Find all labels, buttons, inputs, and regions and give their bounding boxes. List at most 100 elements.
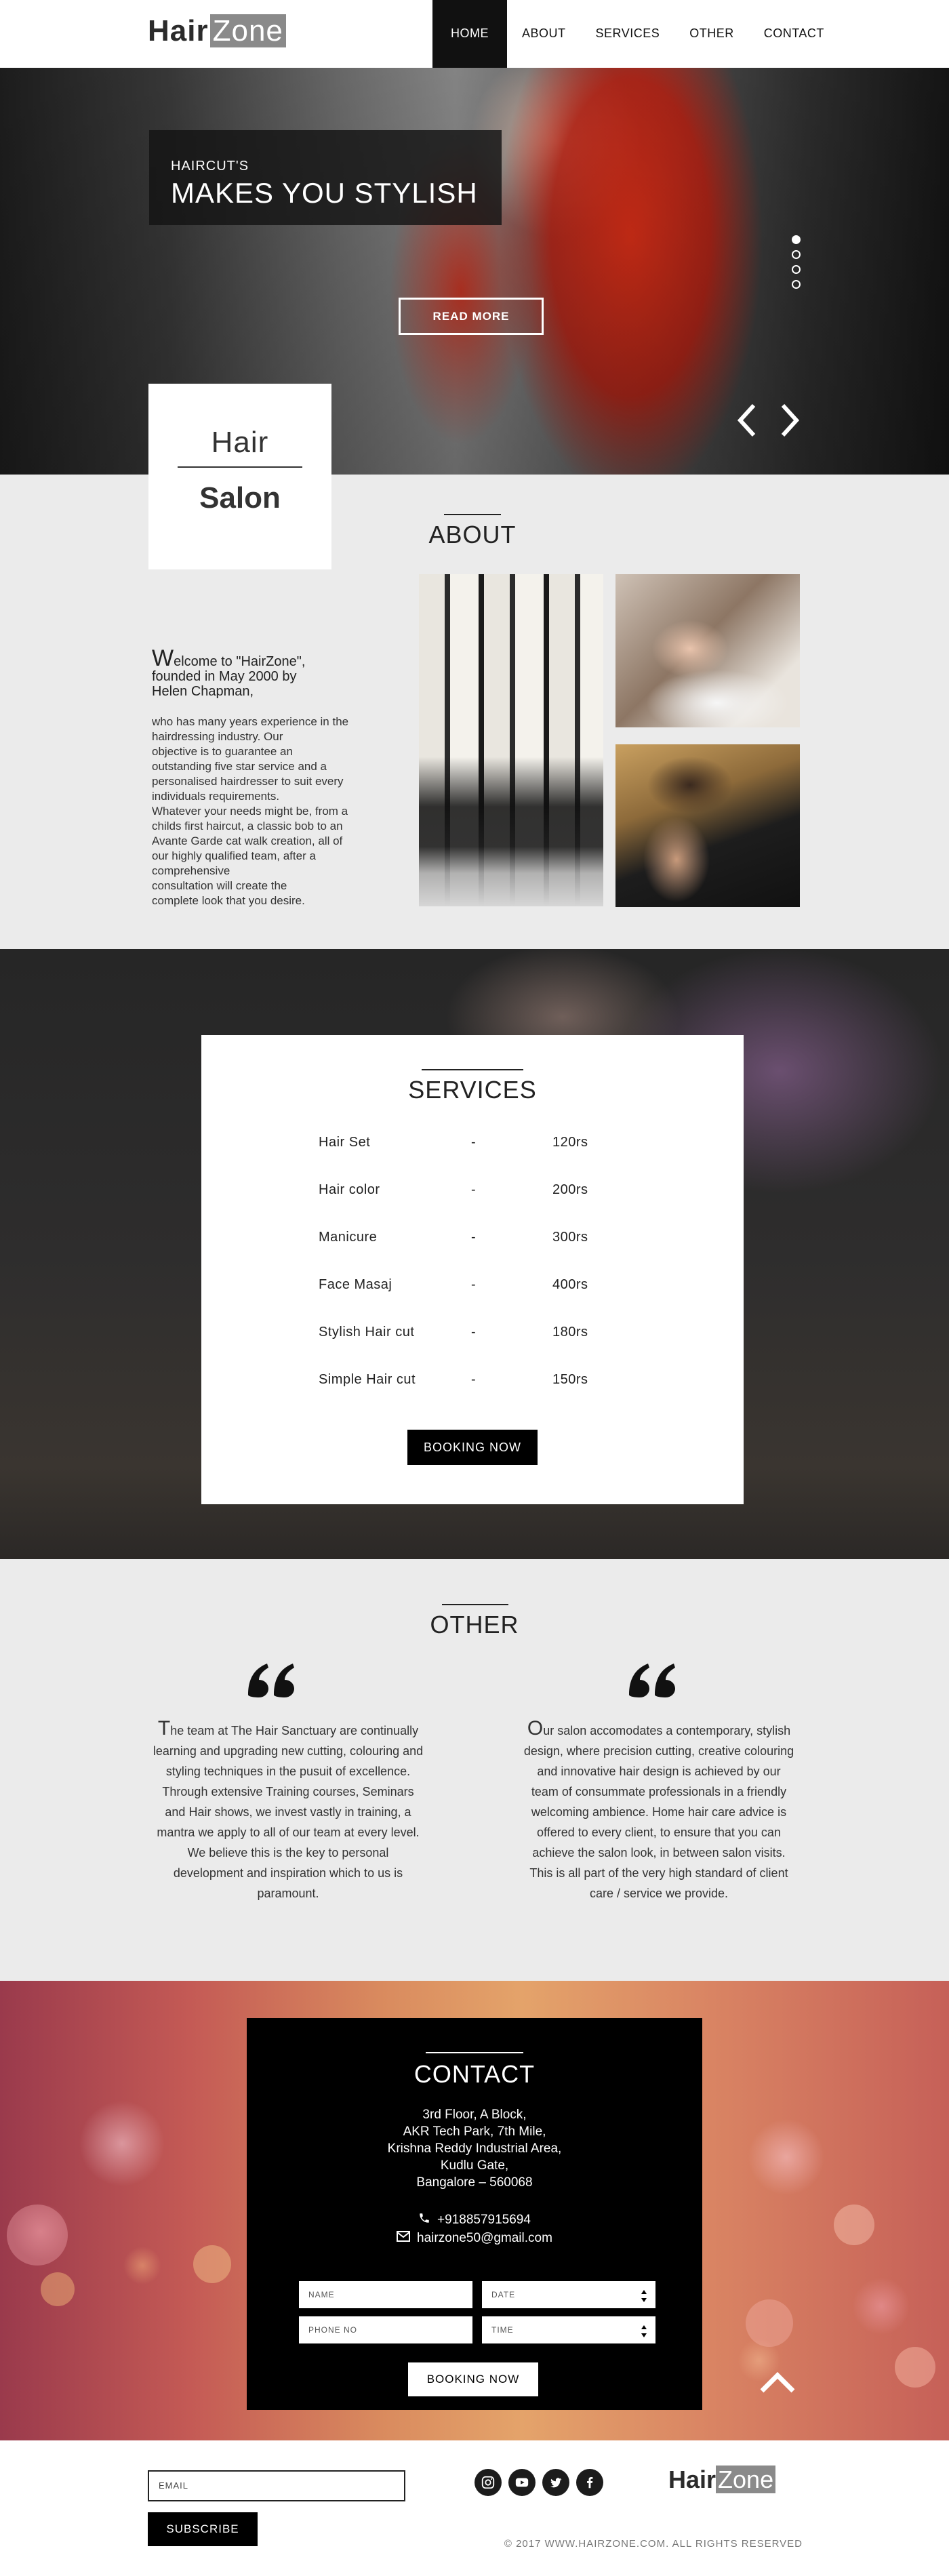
service-dash: - xyxy=(471,1182,477,1197)
spinner-icon[interactable] xyxy=(641,2322,647,2337)
phone-icon xyxy=(418,2212,430,2228)
quote-initial: T xyxy=(157,1717,171,1739)
date-placeholder: DATE xyxy=(491,2290,516,2299)
nav-home[interactable]: HOME xyxy=(432,0,507,68)
read-more-button[interactable]: READ MORE xyxy=(399,298,544,335)
services-title: SERVICES xyxy=(408,1076,537,1104)
copyright-text: © 2017 WWW.HAIRZONE.COM. ALL RIGHTS RESE… xyxy=(504,2538,803,2550)
nav-other[interactable]: OTHER xyxy=(674,0,749,68)
footer-logo-hair: Hair xyxy=(668,2466,716,2493)
contact-section: CONTACT 3rd Floor, A Block, AKR Tech Par… xyxy=(0,1981,949,2440)
footer-logo[interactable]: HairZone xyxy=(668,2466,776,2493)
about-body: who has many years experience in the hai… xyxy=(152,715,349,907)
phone-number: +918857915694 xyxy=(437,2213,531,2227)
other-title: OTHER xyxy=(430,1611,519,1638)
instagram-icon[interactable] xyxy=(474,2469,502,2496)
quote-text: Our salon accomodates a contemporary, st… xyxy=(523,1718,794,1904)
bokeh-light xyxy=(834,2205,874,2245)
service-price: 150rs xyxy=(552,1372,588,1387)
twitter-icon[interactable] xyxy=(542,2469,569,2496)
quote-body: he team at The Hair Sanctuary are contin… xyxy=(153,1724,424,1900)
site-header: Hair Zone HOME ABOUT SERVICES OTHER CONTA… xyxy=(0,0,949,68)
hero-slider: HAIRCUT'S MAKES YOU STYLISH READ MORE xyxy=(0,68,949,475)
email-address: hairzone50@gmail.com xyxy=(417,2231,552,2245)
bokeh-light xyxy=(895,2347,935,2388)
hero-image xyxy=(0,68,949,475)
services-card: SERVICES Hair Set - 120rs Hair color - 2… xyxy=(201,1035,744,1504)
nav-services[interactable]: SERVICES xyxy=(581,0,675,68)
salon-box-line2: Salon xyxy=(199,481,281,515)
nav-about[interactable]: ABOUT xyxy=(507,0,581,68)
salon-box-line1: Hair xyxy=(211,426,269,459)
contact-card: CONTACT 3rd Floor, A Block, AKR Tech Par… xyxy=(247,2018,702,2410)
site-footer: EMAIL SUBSCRIBE HairZone © 2017 WWW.HAIR… xyxy=(0,2440,949,2576)
welcome-line1: elcome to "HairZone", xyxy=(174,654,306,669)
welcome-line3: Helen Chapman, xyxy=(152,684,254,699)
service-name: Stylish Hair cut xyxy=(319,1325,415,1340)
hair-wash-photo xyxy=(615,574,800,727)
service-row: Manicure - 300rs xyxy=(319,1230,610,1250)
site-logo[interactable]: Hair Zone xyxy=(148,14,286,47)
contact-email[interactable]: hairzone50@gmail.com xyxy=(247,2231,702,2246)
service-dash: - xyxy=(471,1135,477,1150)
service-price: 300rs xyxy=(552,1230,588,1245)
contact-address: 3rd Floor, A Block, AKR Tech Park, 7th M… xyxy=(387,2108,562,2190)
youtube-icon[interactable] xyxy=(508,2469,536,2496)
welcome-initial: W xyxy=(152,645,174,671)
time-placeholder: TIME xyxy=(491,2325,514,2335)
slider-dot[interactable] xyxy=(792,280,801,289)
facebook-icon[interactable] xyxy=(576,2469,603,2496)
other-section: OTHER The team at The Hair Sanctuary are… xyxy=(0,1559,949,1981)
welcome-line2: founded in May 2000 by xyxy=(152,669,297,684)
subscribe-button[interactable]: SUBSCRIBE xyxy=(148,2512,258,2546)
envelope-icon xyxy=(397,2231,411,2246)
service-row: Stylish Hair cut - 180rs xyxy=(319,1325,610,1345)
hero-title: MAKES YOU STYLISH xyxy=(171,177,478,209)
chevron-up-icon[interactable] xyxy=(759,2371,796,2394)
logo-text-zone: Zone xyxy=(209,14,286,47)
spinner-icon[interactable] xyxy=(641,2287,647,2302)
service-name: Face Masaj xyxy=(319,1277,392,1292)
salon-box: Hair Salon xyxy=(148,384,331,569)
bokeh-light xyxy=(193,2245,231,2283)
phone-field[interactable]: PHONE NO xyxy=(299,2316,472,2343)
services-booking-button[interactable]: BOOKING NOW xyxy=(407,1430,538,1465)
haircut-photo xyxy=(615,744,800,907)
services-section: SERVICES Hair Set - 120rs Hair color - 2… xyxy=(0,949,949,1559)
phone-placeholder: PHONE NO xyxy=(308,2325,358,2335)
service-dash: - xyxy=(471,1277,477,1292)
contact-title: CONTACT xyxy=(413,2060,536,2088)
service-row: Face Masaj - 400rs xyxy=(319,1277,610,1297)
quote-icon xyxy=(624,1659,681,1700)
service-row: Simple Hair cut - 150rs xyxy=(319,1372,610,1392)
name-placeholder: NAME xyxy=(308,2290,335,2299)
contact-phone[interactable]: +918857915694 xyxy=(247,2212,702,2228)
service-name: Hair color xyxy=(319,1182,380,1197)
bokeh-light xyxy=(41,2272,75,2306)
service-name: Manicure xyxy=(319,1230,378,1245)
quote-initial: O xyxy=(527,1717,544,1739)
service-price: 180rs xyxy=(552,1325,588,1340)
service-row: Hair Set - 120rs xyxy=(319,1135,610,1155)
name-field[interactable]: NAME xyxy=(299,2281,472,2308)
date-field[interactable]: DATE xyxy=(482,2281,655,2308)
chevron-left-icon[interactable] xyxy=(733,400,761,441)
service-name: Simple Hair cut xyxy=(319,1372,416,1387)
about-title: ABOUT xyxy=(428,521,517,548)
contact-booking-button[interactable]: BOOKING NOW xyxy=(408,2362,538,2396)
nav-contact[interactable]: CONTACT xyxy=(749,0,839,68)
slider-dot[interactable] xyxy=(792,235,801,244)
slider-dot[interactable] xyxy=(792,250,801,259)
service-dash: - xyxy=(471,1230,477,1245)
slider-dot[interactable] xyxy=(792,265,801,274)
service-price: 200rs xyxy=(552,1182,588,1197)
other-title-rule xyxy=(442,1604,508,1605)
footer-logo-zone: Zone xyxy=(716,2466,776,2493)
salon-interior-photo xyxy=(419,574,603,906)
contact-title-rule xyxy=(426,2052,523,2053)
chevron-right-icon[interactable] xyxy=(776,400,803,441)
newsletter-email-input[interactable]: EMAIL xyxy=(148,2470,405,2501)
about-title-rule xyxy=(444,514,501,515)
bokeh-light xyxy=(746,2299,793,2347)
time-field[interactable]: TIME xyxy=(482,2316,655,2343)
